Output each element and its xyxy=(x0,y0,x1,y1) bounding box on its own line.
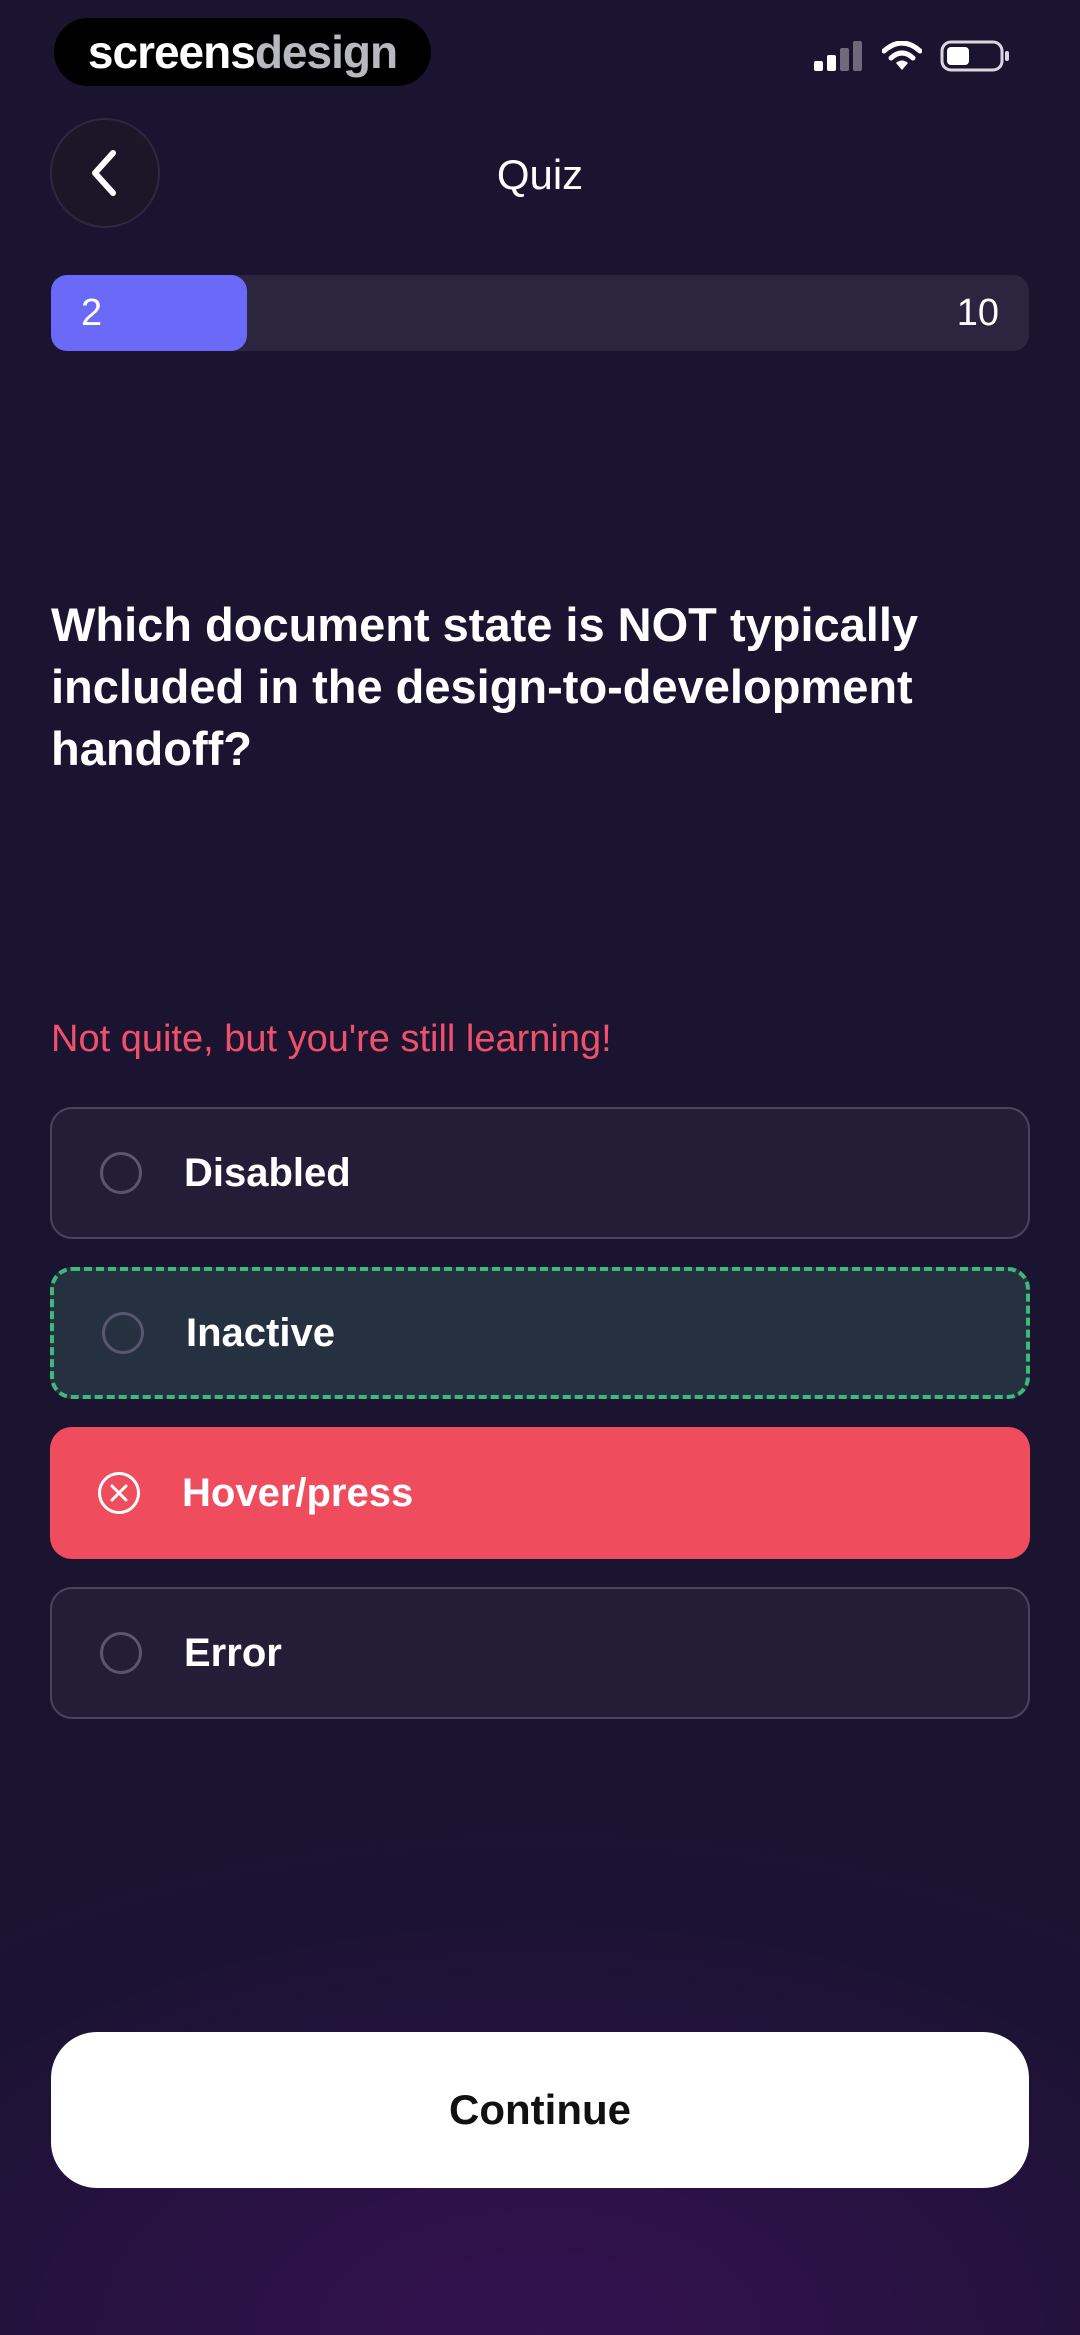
status-icons xyxy=(814,40,1010,72)
answer-option-label: Disabled xyxy=(184,1150,351,1195)
answer-option-error[interactable]: Error xyxy=(50,1587,1030,1719)
brand-logo-part2: design xyxy=(254,26,398,78)
answer-option-inactive[interactable]: Inactive xyxy=(50,1267,1030,1399)
header: Quiz xyxy=(0,118,1080,232)
close-circle-icon xyxy=(98,1472,140,1514)
progress-current: 2 xyxy=(81,292,103,334)
question-text: Which document state is NOT typically in… xyxy=(51,598,919,775)
wifi-icon xyxy=(882,41,922,70)
answer-option-label: Error xyxy=(184,1630,282,1675)
battery-icon xyxy=(940,40,1009,72)
status-bar: screens design xyxy=(0,0,1080,110)
progress-total: 10 xyxy=(956,292,999,334)
answer-option-label: Inactive xyxy=(186,1310,335,1355)
continue-button[interactable]: Continue xyxy=(51,2032,1029,2188)
radio-icon xyxy=(102,1312,144,1354)
page-title: Quiz xyxy=(496,151,584,198)
feedback-message: Not quite, but you're still learning! xyxy=(51,1018,612,1060)
cellular-signal-icon xyxy=(814,41,862,71)
radio-icon xyxy=(100,1152,142,1194)
radio-icon xyxy=(100,1632,142,1674)
answer-option-hover-press[interactable]: Hover/press xyxy=(50,1427,1030,1559)
brand-logo-part1: screens xyxy=(87,26,256,78)
answer-option-label: Hover/press xyxy=(182,1470,414,1515)
progress-bar: 2 10 xyxy=(51,275,1029,351)
brand-logo: screens design xyxy=(54,18,431,86)
answer-option-disabled[interactable]: Disabled xyxy=(50,1107,1030,1239)
